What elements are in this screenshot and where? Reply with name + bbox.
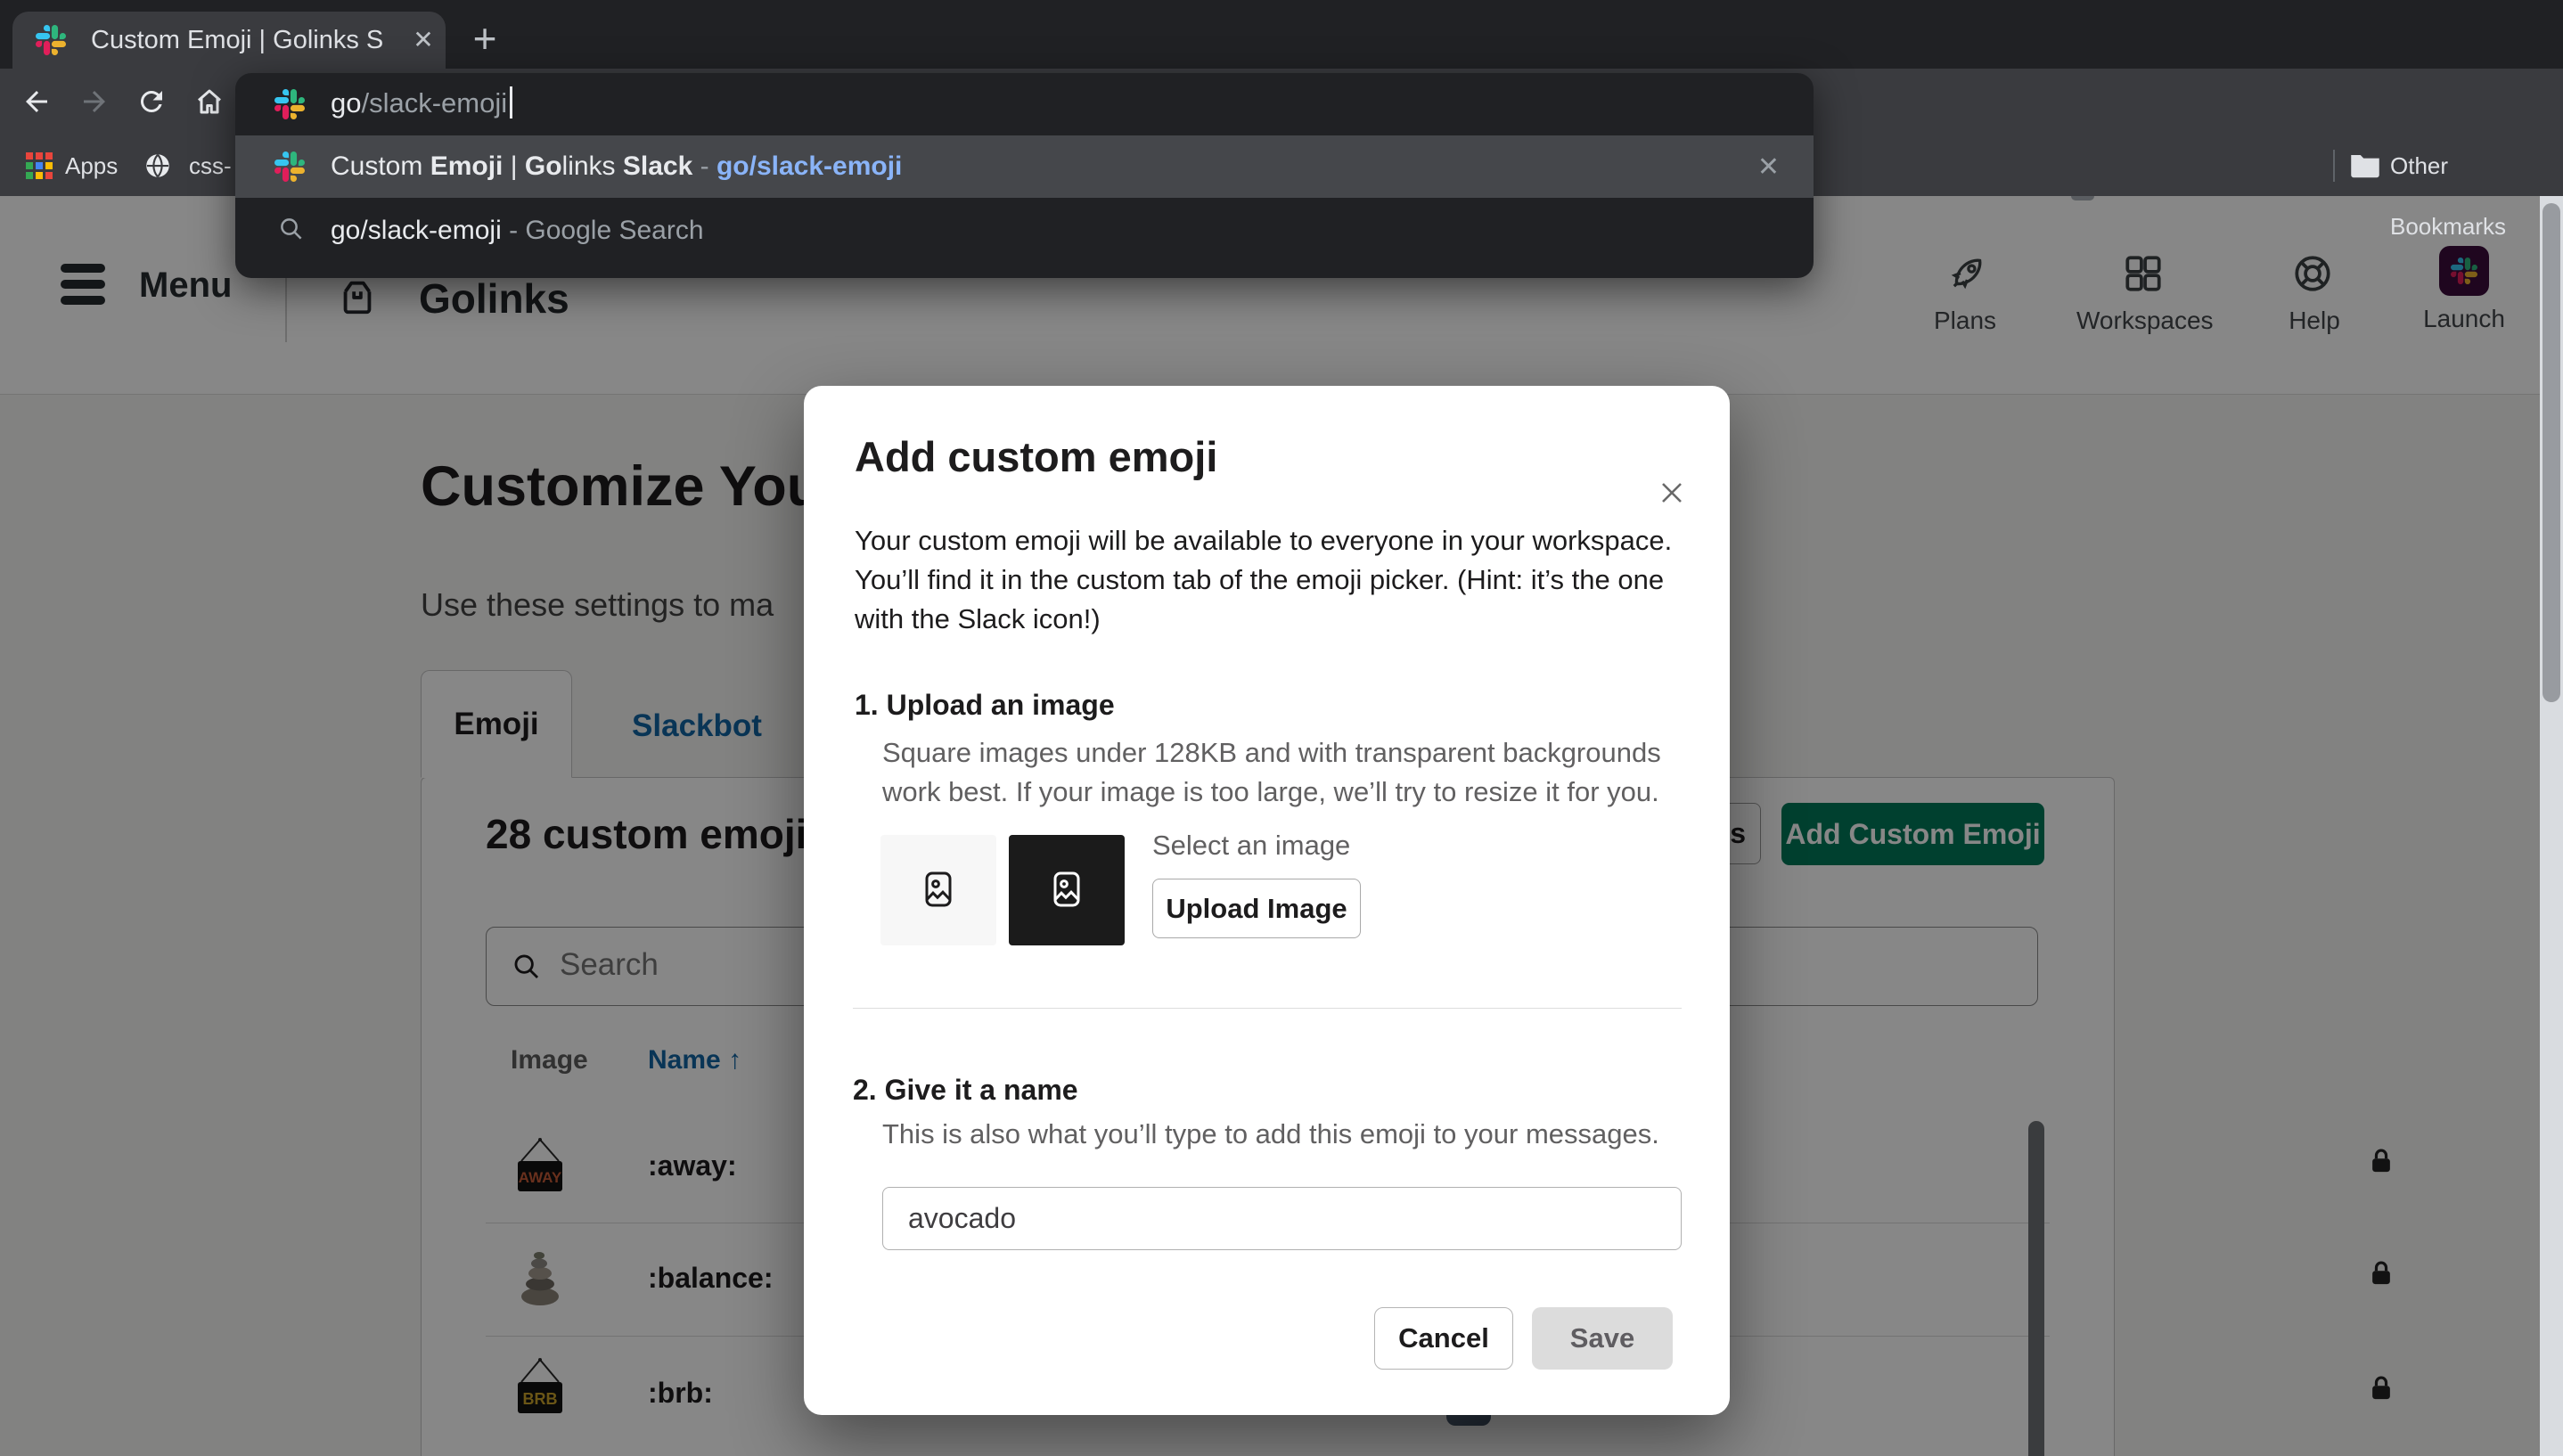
suggestion-separator: - [692,151,716,181]
select-image-label: Select an image [1152,830,1350,862]
emoji-preview-light [880,835,996,945]
suggestion-title-part: Custom [331,151,430,181]
tab-close-icon[interactable]: ✕ [401,12,446,69]
modal-title: Add custom emoji [855,432,1217,481]
suggestion-engine: Google Search [525,216,703,245]
search-icon [278,216,305,247]
suggestion-separator: - [502,216,526,245]
suggestion-current-tab[interactable]: Custom Emoji | Golinks Slack - go/slack-… [235,135,1814,198]
slack-favicon [274,89,305,124]
folder-icon[interactable] [2349,151,2381,185]
save-button[interactable]: Save [1532,1307,1673,1370]
suggestion-title-part: Slack [623,151,692,181]
bookmark-css[interactable]: css- [189,135,232,196]
suggestion-query: go/slack-emoji [331,216,502,245]
browser-scrollbar-thumb[interactable] [2543,203,2560,702]
step1-desc: Square images under 128KB and with trans… [882,733,1661,812]
slack-favicon [36,25,66,60]
upload-image-button[interactable]: Upload Image [1152,879,1361,938]
bookmark-apps[interactable]: Apps [65,135,118,196]
step1-desc-line: work best. If your image is too large, w… [882,773,1661,812]
bookmarks-divider [2333,150,2335,182]
globe-icon[interactable] [143,151,173,185]
intro-line: You’ll find it in the custom tab of the … [855,560,1672,600]
reload-icon[interactable] [135,86,168,122]
cancel-button[interactable]: Cancel [1374,1307,1513,1370]
bookmark-other-bookmarks[interactable]: Other Bookmarks [2390,135,2563,257]
step1-title: 1. Upload an image [855,689,1115,722]
modal-divider [853,1008,1682,1009]
close-icon[interactable] [1656,477,1691,512]
tab-title: Custom Emoji | Golinks Slack [91,12,385,69]
tab-strip: Custom Emoji | Golinks Slack ✕ + [0,0,2563,69]
suggestion-title-part: links [562,151,623,181]
emoji-preview-dark [1009,835,1125,945]
home-icon[interactable] [193,86,225,122]
suggestion-url: go/slack-emoji [716,151,902,181]
omnibox-completion-text: /slack-emoji [361,87,507,119]
step1-desc-line: Square images under 128KB and with trans… [882,733,1661,773]
slack-favicon [274,151,305,186]
modal-intro: Your custom emoji will be available to e… [855,521,1672,639]
intro-line: with the Slack icon!) [855,600,1672,639]
back-icon[interactable] [20,86,53,122]
suggestion-search[interactable]: go/slack-emoji - Google Search [235,198,1814,262]
suggestion-title-part: Emoji [430,151,504,181]
screen: Menu Golinks Plans [0,0,2563,1456]
text-caret [510,86,512,119]
suggestion-dismiss-icon[interactable]: ✕ [1757,151,1780,183]
forward-icon[interactable] [78,86,111,122]
add-custom-emoji-modal: Add custom emoji Your custom emoji will … [804,386,1730,1415]
intro-line: Your custom emoji will be available to e… [855,521,1672,560]
emoji-name-input[interactable] [882,1187,1682,1250]
new-tab-button[interactable]: + [460,12,510,69]
step2-title: 2. Give it a name [853,1074,1078,1107]
omnibox-dropdown: go/slack-emoji Custom Emoji | Golinks Sl… [235,73,1814,278]
suggestion-title-part: | [503,151,524,181]
apps-grid-icon[interactable] [24,151,54,185]
step2-desc: This is also what you’ll type to add thi… [882,1118,1659,1150]
browser-tab[interactable]: Custom Emoji | Golinks Slack ✕ [12,12,446,69]
browser-scrollbar[interactable] [2540,196,2563,1456]
omnibox[interactable]: go/slack-emoji [235,73,1814,135]
suggestion-title-part: Go [525,151,562,181]
omnibox-typed-text: go [331,87,361,119]
